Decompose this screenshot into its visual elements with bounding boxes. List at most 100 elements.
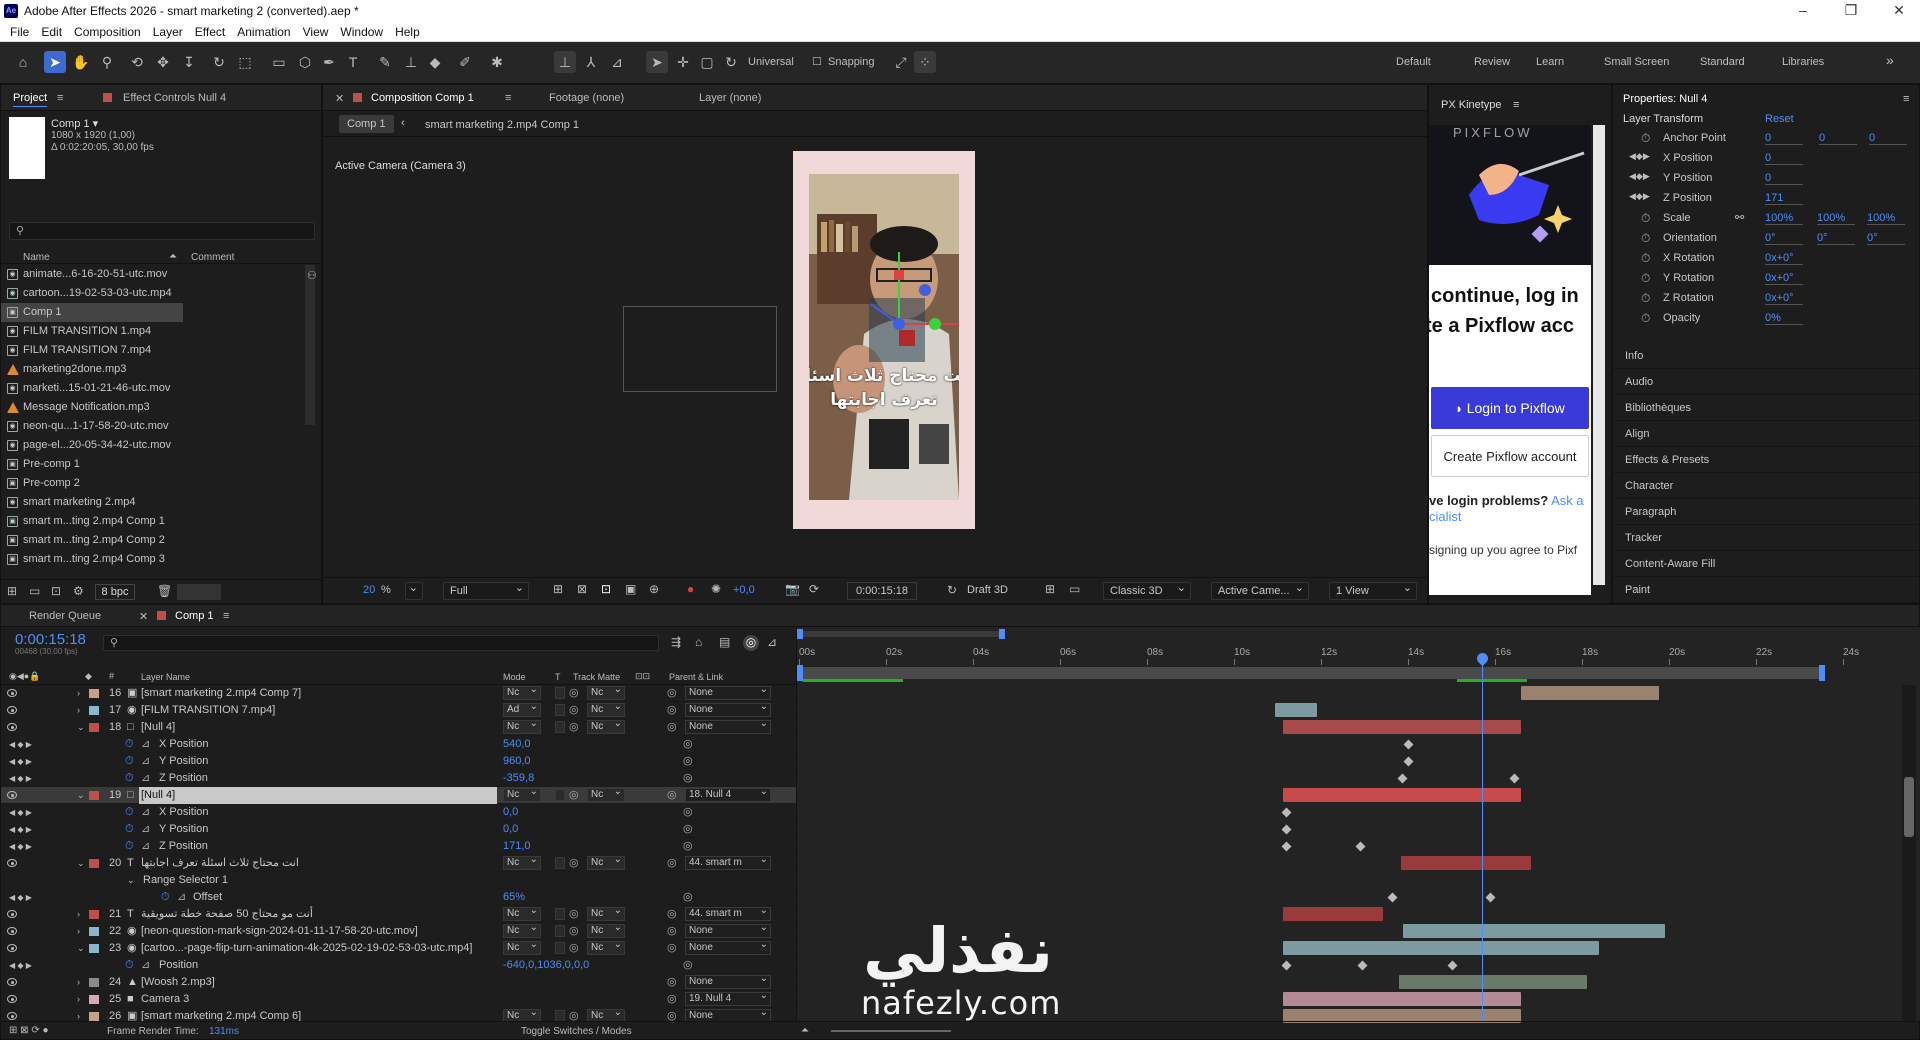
draft-3d-icon[interactable]: ↻	[947, 583, 957, 597]
zoom-out-icon[interactable]: ⏶	[801, 1025, 809, 1036]
interpret-footage-icon[interactable]: ⊞	[7, 584, 17, 598]
visibility-eye-icon[interactable]	[7, 927, 17, 935]
snap-options-icon[interactable]: ⤢	[890, 51, 912, 73]
render-queue-tab[interactable]: Render Queue	[29, 610, 101, 622]
maximize-button[interactable]: ❐	[1836, 2, 1866, 19]
track-matte-dropdown[interactable]: Nc	[587, 685, 625, 700]
workspace-learn[interactable]: Learn	[1536, 56, 1564, 68]
project-item[interactable]: ▣ smart m...ting 2.mp4 Comp 1	[1, 512, 301, 531]
ground-plane-icon[interactable]: ⊞	[1045, 582, 1055, 596]
reset-link[interactable]: Reset	[1765, 113, 1794, 125]
keyframe-nav-icon[interactable]: ◀◆▶	[1629, 151, 1650, 162]
arabic-caption[interactable]: انت محتاج ثلاث اسئلة تعرف اجابتها	[809, 364, 959, 412]
home-icon[interactable]: ⌂	[12, 51, 34, 73]
panel-tracker[interactable]: Tracker	[1613, 525, 1920, 551]
visibility-eye-icon[interactable]	[7, 859, 17, 867]
parent-dropdown[interactable]: None	[685, 685, 771, 700]
work-area-end[interactable]	[1819, 665, 1825, 681]
stopwatch-icon[interactable]: ⏱	[125, 753, 134, 770]
keyframe-navigator-icon[interactable]: ◀ ◆ ▶	[9, 889, 32, 906]
project-item[interactable]: ◉ page-el...20-05-34-42-utc.mov	[1, 436, 301, 455]
stopwatch-icon[interactable]: ⏱	[1641, 271, 1650, 286]
property-value[interactable]: 0	[1869, 132, 1907, 145]
blend-mode-dropdown[interactable]: Nc	[503, 905, 541, 921]
toggle-switches-modes[interactable]: Toggle Switches / Modes	[521, 1026, 632, 1037]
parent-dropdown[interactable]: None	[685, 701, 771, 717]
track-matte-pickwhip-icon[interactable]: ◎	[569, 1008, 579, 1021]
footage-tab[interactable]: Footage (none)	[549, 92, 624, 104]
comp-info-name[interactable]: Comp 1 ▾	[51, 117, 98, 130]
project-item[interactable]: ◉ cartoon...19-02-53-03-utc.mp4	[1, 284, 301, 303]
universal-gizmo-icon[interactable]: ↻	[720, 51, 742, 73]
layer-label-color[interactable]	[89, 689, 99, 698]
stopwatch-icon[interactable]: ⏱	[1641, 131, 1650, 146]
expression-pickwhip-icon[interactable]: ◎	[683, 736, 693, 753]
property-value[interactable]: 0x+0°	[1765, 272, 1803, 285]
project-item[interactable]: ◉ smart marketing 2.mp4	[1, 493, 301, 512]
menu-layer[interactable]: Layer	[147, 25, 189, 39]
layer-duration-bar[interactable]	[1283, 788, 1521, 802]
menu-effect[interactable]: Effect	[189, 25, 231, 39]
create-pixflow-account-button[interactable]: Create Pixflow account	[1431, 435, 1589, 477]
property-value[interactable]: 100%	[1817, 212, 1855, 225]
layer-name[interactable]: [Woosh 2.mp3]	[139, 974, 497, 991]
keyframe-navigator-icon[interactable]: ◀ ◆ ▶	[9, 753, 32, 770]
local-axis-icon[interactable]: ⊥	[554, 51, 576, 73]
project-item[interactable]: ◉ neon-qu...1-17-58-20-utc.mov	[1, 417, 301, 436]
keyframe-marker[interactable]	[1281, 960, 1292, 971]
px-kinetype-tab[interactable]: PX Kinetype	[1441, 99, 1502, 111]
camera-frame-outline[interactable]	[623, 306, 777, 392]
collapse-arrow-icon[interactable]: ⌄	[77, 855, 85, 872]
flowchart-icon[interactable]: ⚇	[307, 269, 317, 282]
stopwatch-icon[interactable]: ⏱	[1641, 311, 1650, 326]
menu-file[interactable]: File	[4, 25, 35, 39]
stopwatch-icon[interactable]: ⏱	[1641, 251, 1650, 266]
project-item[interactable]: ▣ smart m...ting 2.mp4 Comp 3	[1, 550, 301, 569]
parent-dropdown[interactable]: None	[685, 718, 771, 734]
keyframe-nav-icon[interactable]: ◀◆▶	[1629, 171, 1650, 182]
comp-tab-menu-icon[interactable]: ≡	[505, 92, 511, 104]
menu-composition[interactable]: Composition	[68, 25, 147, 39]
property-value[interactable]: 0	[1765, 152, 1803, 165]
thumbnail-transparency-toggle[interactable]	[177, 584, 221, 600]
layer-name[interactable]: انت محتاج ثلاث اسئلة تعرف اجابتها	[139, 855, 497, 872]
graph-editor-icon[interactable]: ⊿	[767, 635, 777, 649]
snap-grid-icon[interactable]: ⁘	[914, 51, 936, 73]
visibility-eye-icon[interactable]	[7, 1012, 17, 1020]
panel-character[interactable]: Character	[1613, 473, 1920, 499]
property-row[interactable]: ◀ ◆ ▶ ⏱ ⊿ Y Position 0,0 ◎	[1, 821, 796, 838]
snapping-checkbox[interactable]: ☐	[806, 51, 828, 73]
property-value[interactable]: 0,0	[503, 804, 518, 821]
track-matte-pickwhip-icon[interactable]: ◎	[569, 719, 579, 736]
parent-pickwhip-icon[interactable]: ◎	[667, 787, 677, 804]
expand-arrow-icon[interactable]: ›	[77, 923, 80, 940]
layer-label-color[interactable]	[89, 706, 99, 715]
draft-3d-button[interactable]: Draft 3D	[967, 584, 1008, 596]
layer-name[interactable]: [smart marketing 2.mp4 Comp 7]	[139, 685, 497, 702]
property-row[interactable]: ◀ ◆ ▶ ⏱ ⊿ X Position 0,0 ◎	[1, 804, 796, 821]
workspace-review[interactable]: Review	[1474, 56, 1510, 68]
extended-viewer-icon[interactable]: ▭	[1069, 582, 1080, 596]
current-time-indicator[interactable]	[1482, 657, 1483, 1021]
preserve-transparency-toggle[interactable]	[555, 789, 565, 801]
layer-duration-bar[interactable]	[1521, 686, 1659, 700]
panel-info[interactable]: Info	[1613, 343, 1920, 369]
pixflow-scrollbar[interactable]	[1593, 125, 1605, 585]
panel-audio[interactable]: Audio	[1613, 369, 1920, 395]
timeline-current-time[interactable]: 0:00:15:18	[15, 631, 86, 648]
parent-pickwhip-icon[interactable]: ◎	[667, 974, 677, 991]
layer-label-color[interactable]	[89, 910, 99, 919]
blend-mode-dropdown[interactable]: Nc	[503, 786, 541, 802]
footer-toggle-icons[interactable]: ⊞ ⊠ ⟳ ●	[9, 1025, 49, 1036]
track-matte-dropdown[interactable]: Nc	[587, 922, 625, 938]
new-comp-icon[interactable]: ⊡	[51, 584, 61, 598]
workspace-small-screen[interactable]: Small Screen	[1604, 56, 1669, 68]
grid-options-icon[interactable]: ⊕	[649, 582, 659, 596]
layer-label-color[interactable]	[89, 723, 99, 732]
project-settings-icon[interactable]: ⚙	[73, 584, 84, 598]
layer-duration-bar[interactable]	[1275, 703, 1317, 717]
minimize-button[interactable]: –	[1788, 2, 1818, 18]
stopwatch-icon[interactable]: ⏱	[125, 838, 134, 855]
time-ruler[interactable]: 00s 02s 04s 06s 08s 10s 12s 14s 16s 18s 20s 22s 24s	[797, 645, 1897, 665]
blend-mode-dropdown[interactable]: Nc	[503, 718, 541, 734]
